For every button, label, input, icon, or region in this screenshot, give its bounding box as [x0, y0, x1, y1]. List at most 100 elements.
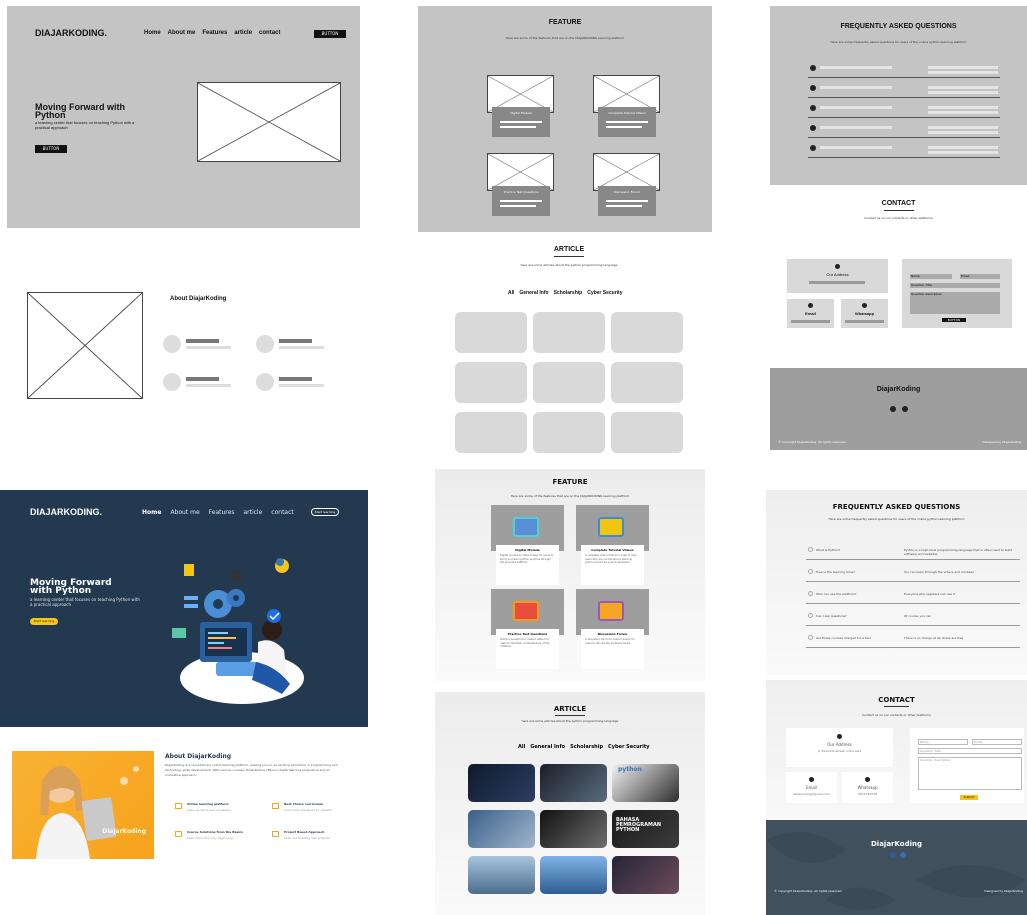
header-button[interactable]: Start learning	[311, 508, 339, 516]
article-card-placeholder[interactable]	[455, 412, 527, 453]
facebook-icon[interactable]	[890, 852, 896, 858]
address-label: Our Address	[826, 272, 849, 277]
name-field[interactable]: Name	[910, 274, 952, 279]
article-card-placeholder[interactable]	[611, 312, 683, 353]
question-description-field[interactable]: Question description	[918, 757, 1022, 790]
nav-home[interactable]: Home	[142, 509, 161, 516]
hero-cta-button[interactable]: Start learning	[30, 618, 58, 625]
feature-icon-placeholder	[163, 373, 181, 391]
contact-form: Name Email Question Title Question descr…	[902, 259, 1012, 328]
article-card-placeholder[interactable]	[533, 312, 605, 353]
article-card-placeholder[interactable]	[455, 312, 527, 353]
feature-card-1-label: Digital Module	[510, 111, 532, 115]
faq-question-placeholder[interactable]	[820, 146, 892, 149]
faq-toggle-icon[interactable]	[808, 547, 813, 552]
tab-all[interactable]: All	[518, 744, 525, 750]
tab-cyber-security[interactable]: Cyber Security	[587, 290, 622, 296]
nav-about[interactable]: About me	[168, 30, 196, 36]
social-icon[interactable]	[902, 406, 908, 412]
name-field[interactable]: Name	[918, 739, 968, 745]
feature-icon-placeholder	[163, 335, 181, 353]
article-card[interactable]	[468, 810, 535, 848]
nav-features[interactable]: Features	[209, 509, 235, 516]
article-card[interactable]	[612, 856, 679, 894]
article-card-placeholder[interactable]	[533, 412, 605, 453]
title-underline	[555, 715, 585, 716]
faq-question-placeholder[interactable]	[820, 86, 892, 89]
python-logo-text: python	[618, 766, 642, 773]
faq-divider	[808, 97, 1000, 98]
faq-question[interactable]: Can I ask questions?	[816, 614, 847, 618]
feature-name-basics: Course Solutions from the Basics	[187, 830, 243, 834]
article-card[interactable]	[540, 810, 607, 848]
nav-about[interactable]: About me	[170, 509, 199, 516]
tab-general-info[interactable]: General Info	[519, 290, 548, 296]
article-card[interactable]: python	[612, 764, 679, 802]
article-card-placeholder[interactable]	[533, 362, 605, 403]
faq-question-placeholder[interactable]	[820, 66, 892, 69]
article-card[interactable]	[468, 856, 535, 894]
feature-desc-project: Learn by building real projects	[284, 836, 330, 840]
faq-toggle-icon[interactable]	[808, 635, 813, 640]
hero-title: Moving Forward with Python	[30, 578, 112, 596]
article-subtitle: here are some articles about the python …	[521, 719, 619, 723]
header-button[interactable]: BUTTON	[314, 30, 346, 38]
hero-image-placeholder	[197, 82, 341, 162]
submit-button[interactable]: BUTTON	[942, 318, 966, 322]
faq-question[interactable]: What is Python?	[816, 548, 840, 552]
wireframe-hero-panel: DIAJARKODING. Home About me Features art…	[7, 6, 360, 228]
instagram-icon[interactable]	[900, 852, 906, 858]
faq-question-placeholder[interactable]	[820, 126, 892, 129]
nav-contact[interactable]: contact	[259, 30, 280, 36]
faq-toggle-icon[interactable]	[808, 591, 813, 596]
tab-cyber-security[interactable]: Cyber Security	[608, 744, 649, 750]
faq-toggle-icon[interactable]	[808, 613, 813, 618]
submit-button[interactable]: Submit	[960, 795, 978, 800]
faq-toggle-icon[interactable]	[808, 569, 813, 574]
wireframe-feature-panel: FEATURE Here are some of the features th…	[418, 6, 712, 232]
nav-article[interactable]: article	[234, 30, 252, 36]
nav-contact[interactable]: contact	[271, 509, 293, 516]
feature-card-desc: Digital module to make it easy for users…	[500, 554, 554, 564]
article-card[interactable]: BAHASA PEMROGRAMAN PYTHON	[612, 810, 679, 848]
footer-brand: DiajarKoding	[870, 840, 923, 848]
logo: DIAJARKODING.	[30, 507, 103, 517]
article-card-placeholder[interactable]	[455, 362, 527, 403]
article-card[interactable]	[540, 764, 607, 802]
tab-scholarship[interactable]: Scholarship	[554, 290, 583, 296]
placeholder-line	[186, 339, 219, 343]
question-description-field[interactable]: Question description	[910, 292, 1000, 314]
social-icon[interactable]	[890, 406, 896, 412]
feature-subtitle: Here are some of the features that are o…	[505, 36, 625, 40]
placeholder-line	[500, 205, 536, 207]
faq-divider	[806, 625, 1020, 626]
question-title-field[interactable]: Question Title	[918, 748, 1022, 754]
tab-all[interactable]: All	[508, 290, 514, 296]
wireframe-contact-panel: CONTACT Contact us on our contacts or ot…	[770, 188, 1027, 363]
faq-bullet-icon	[810, 125, 816, 131]
faq-question[interactable]: Who can use the platform?	[816, 592, 856, 596]
article-card-placeholder[interactable]	[611, 362, 683, 403]
nav-features[interactable]: Features	[202, 30, 227, 36]
faq-answer-placeholder	[928, 91, 998, 94]
faq-question-placeholder[interactable]	[820, 106, 892, 109]
email-field[interactable]: Email	[960, 274, 1000, 279]
nav-article[interactable]: article	[243, 509, 262, 516]
faq-question[interactable]: How is the learning done?	[816, 570, 855, 574]
article-card[interactable]	[540, 856, 607, 894]
whatsapp-label: Whatsapp	[857, 785, 878, 790]
faq-question[interactable]: Are these courses charged for a fee?	[816, 636, 871, 640]
question-title-field[interactable]: Question Title	[910, 283, 1000, 288]
faq-bullet-icon	[810, 145, 816, 151]
tab-scholarship[interactable]: Scholarship	[570, 744, 603, 750]
hero-cta-button[interactable]: BUTTON	[35, 145, 67, 153]
hifi-about-panel: DiajarKoding About DiajarKoding DiajarKo…	[0, 748, 380, 868]
article-card[interactable]	[468, 764, 535, 802]
email-label: Email	[805, 785, 818, 790]
nav-home[interactable]: Home	[144, 30, 161, 36]
article-card-placeholder[interactable]	[611, 412, 683, 453]
title-underline	[554, 256, 584, 257]
email-field[interactable]: Email	[972, 739, 1022, 745]
faq-answer-placeholder	[928, 151, 998, 154]
tab-general-info[interactable]: General Info	[530, 744, 565, 750]
